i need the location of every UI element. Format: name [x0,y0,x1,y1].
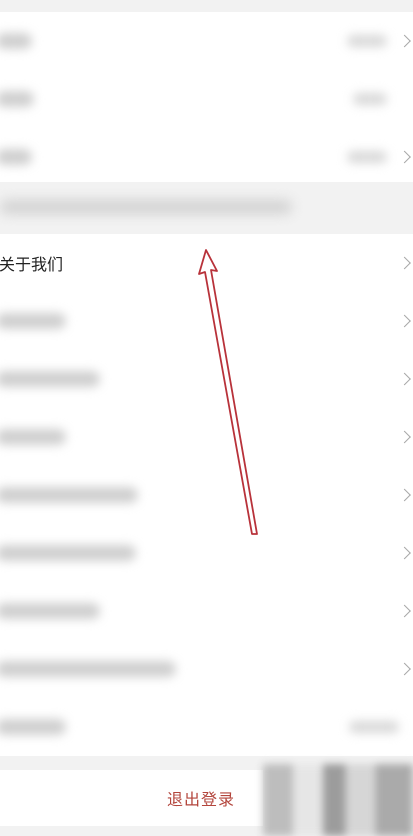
logout-label: 退出登录 [166,790,235,809]
blurred-label [0,91,34,107]
blurred-value [347,35,387,47]
chevron-right-icon [398,256,411,270]
chevron-right-icon [398,546,411,560]
blurred-value [349,721,399,733]
blurred-label [0,603,100,619]
chevron-right-icon [398,662,411,676]
settings-group-top [0,12,413,182]
settings-row-blurred-5[interactable] [0,350,413,408]
settings-row-blurred-7[interactable] [0,466,413,524]
chevron-right-icon [398,604,411,618]
blurred-label [0,313,66,329]
settings-row-blurred-6[interactable] [0,408,413,466]
blurred-label [0,371,100,387]
chevron-right-icon [398,372,411,386]
blurred-value [347,151,387,163]
settings-row-blurred-9[interactable] [0,582,413,640]
settings-row-blurred-11[interactable] [0,698,413,756]
about-us-row[interactable]: 关于我们 [0,234,413,292]
settings-row-blurred-1[interactable] [0,12,413,70]
blurred-label [0,487,138,503]
blurred-label [0,661,176,677]
blurred-corner-image [263,764,413,836]
settings-row-blurred-10[interactable] [0,640,413,698]
blurred-value [353,93,387,105]
settings-row-blurred-8[interactable] [0,524,413,582]
blurred-label [0,719,66,735]
chevron-right-icon [398,34,411,48]
chevron-right-icon [398,314,411,328]
settings-group-bottom: 关于我们 [0,234,413,756]
blurred-note-text [0,200,292,214]
settings-note-blurred [0,188,300,226]
chevron-right-icon [398,430,411,444]
blurred-label [0,545,136,561]
blurred-label [0,149,32,165]
blurred-label [0,33,32,49]
settings-row-blurred-2[interactable] [0,70,413,128]
blurred-label [0,429,66,445]
logout-button[interactable]: 退出登录 [0,770,263,826]
settings-row-blurred-3[interactable] [0,128,413,186]
chevron-right-icon [398,150,411,164]
chevron-right-icon [398,488,411,502]
settings-row-blurred-4[interactable] [0,292,413,350]
about-us-label: 关于我们 [0,255,64,274]
